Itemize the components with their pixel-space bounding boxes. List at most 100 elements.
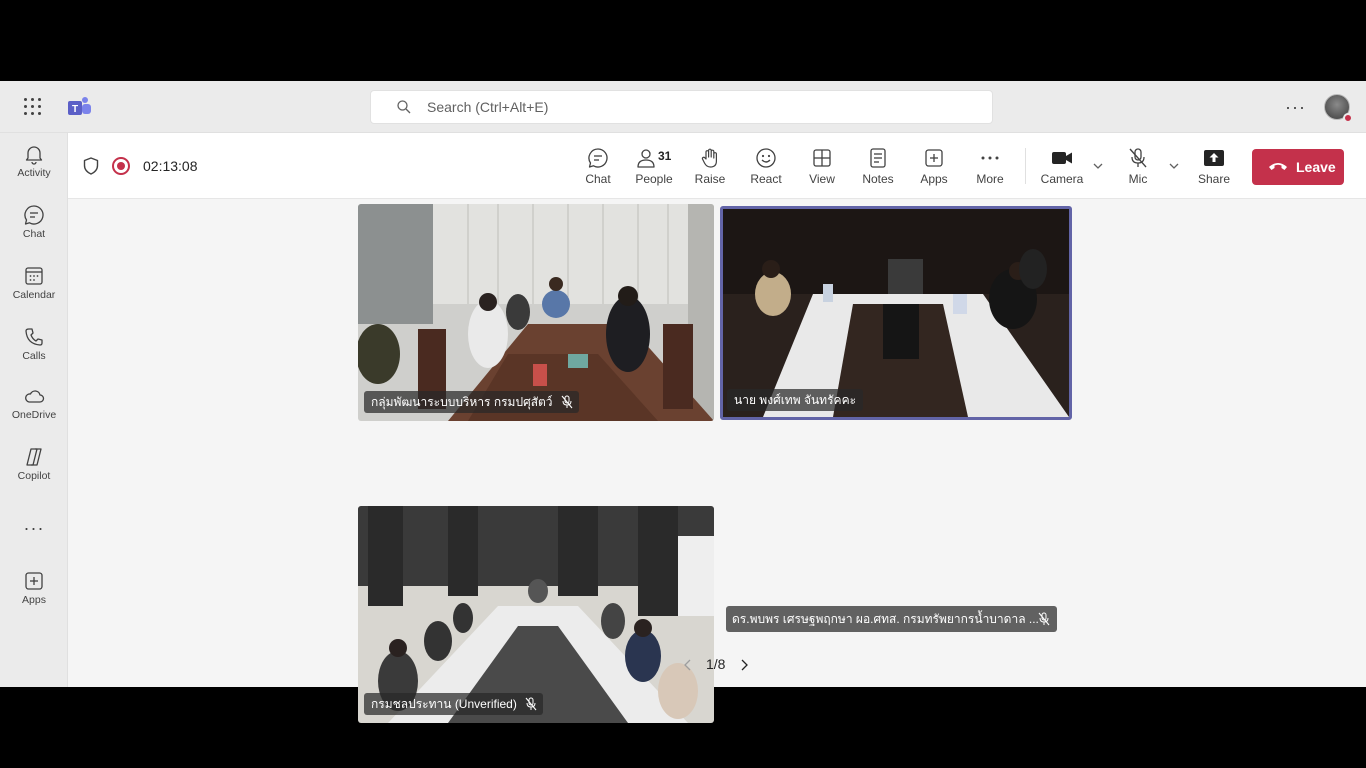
video-feed-image [723, 209, 1069, 417]
rail-item-copilot[interactable]: Copilot [0, 440, 68, 492]
hang-up-icon [1269, 163, 1287, 170]
add-app-icon [25, 572, 43, 590]
ellipsis-icon [981, 156, 999, 160]
rail-label: Apps [22, 594, 46, 606]
camera-icon [1052, 152, 1072, 164]
chat-button[interactable]: Chat [570, 145, 626, 189]
participant-name-tag[interactable]: ดร.พบพร เศรษฐพฤกษา ผอ.ศทส. กรมทรัพยากรน้… [726, 606, 1057, 632]
leave-button[interactable]: Leave [1252, 149, 1344, 185]
rail-label: Calls [22, 350, 46, 362]
participant-name-tag: กรมชลประทาน (Unverified) [364, 693, 543, 715]
apps-label: Apps [920, 172, 948, 186]
hand-icon [701, 148, 717, 168]
phone-icon [25, 328, 43, 346]
rail-item-onedrive[interactable]: OneDrive [0, 379, 68, 431]
svg-text:T: T [72, 104, 78, 115]
title-bar: T ··· [0, 81, 1366, 133]
mic-off-icon [1129, 148, 1147, 168]
rail-label: Activity [17, 167, 51, 179]
notes-button[interactable]: Notes [850, 145, 906, 189]
bell-icon [25, 146, 43, 165]
mic-button[interactable]: Mic [1110, 145, 1166, 189]
cloud-icon [25, 390, 45, 403]
share-label: Share [1197, 172, 1231, 186]
page-indicator: 1/8 [706, 656, 726, 672]
search-input[interactable] [427, 91, 967, 123]
mic-off-icon [561, 395, 572, 409]
leave-label: Leave [1296, 159, 1336, 175]
video-feed-image [358, 204, 714, 421]
rail-label: Copilot [17, 470, 51, 482]
participant-name: นาย พงศ์เทพ จันทรัคคะ [734, 393, 857, 407]
teams-window: T ··· Activity [0, 81, 1366, 723]
chat-icon [588, 148, 608, 168]
recording-icon[interactable] [112, 157, 130, 175]
share-button[interactable]: Share [1186, 145, 1242, 189]
more-options-icon[interactable]: ··· [1285, 97, 1306, 118]
rail-label: Calendar [12, 289, 56, 301]
more-apps-icon[interactable]: ··· [0, 518, 68, 539]
presence-busy-icon [1343, 113, 1353, 123]
rail-item-apps[interactable]: Apps [0, 564, 68, 616]
video-tile[interactable]: กลุ่มพัฒนาระบบบริหาร กรมปศุสัตว์ [358, 204, 714, 421]
chevron-right-icon[interactable] [738, 658, 750, 672]
search-icon [397, 100, 411, 114]
participant-name-tag: นาย พงศ์เทพ จันทรัคคะ [727, 389, 864, 411]
people-count-badge: 31 [658, 149, 672, 163]
rail-label: Chat [22, 228, 46, 240]
participant-name: ดร.พบพร เศรษฐพฤกษา ผอ.ศทส. กรมทรัพยากรน้… [732, 612, 1039, 626]
share-screen-icon [1204, 150, 1224, 166]
view-label: View [809, 172, 835, 186]
mic-options-chevron-icon[interactable] [1167, 159, 1181, 173]
apps-button[interactable]: Apps [906, 145, 962, 189]
people-label: People [635, 172, 673, 186]
react-button[interactable]: React [738, 145, 794, 189]
notes-label: Notes [862, 172, 894, 186]
search-box[interactable] [370, 90, 993, 124]
copilot-icon [26, 448, 42, 466]
app-rail: Activity Chat Calendar Calls OneDrive Co… [0, 133, 68, 687]
rail-label: OneDrive [11, 409, 57, 421]
mic-off-icon [525, 697, 537, 711]
rail-item-calendar[interactable]: Calendar [0, 259, 68, 311]
participant-name: กรมชลประทาน (Unverified) [371, 697, 517, 711]
video-stage: กลุ่มพัฒนาระบบบริหาร กรมปศุสัตว์ นาย พงศ… [68, 199, 1366, 723]
chevron-left-icon[interactable] [682, 658, 694, 672]
meeting-controls-bar: 02:13:08 Chat 31 People Raise React View… [68, 133, 1366, 199]
toolbar-divider [1025, 148, 1026, 184]
rail-item-chat[interactable]: Chat [0, 198, 68, 250]
chat-label: Chat [585, 172, 611, 186]
people-button[interactable]: 31 People [626, 145, 682, 189]
participant-name-tag: กลุ่มพัฒนาระบบบริหาร กรมปศุสัตว์ [364, 391, 579, 413]
teams-logo-icon: T [68, 97, 91, 115]
view-button[interactable]: View [794, 145, 850, 189]
mic-off-icon [1038, 612, 1050, 626]
grid-view-icon [813, 149, 831, 167]
calendar-icon [25, 267, 43, 285]
mic-label: Mic [1128, 172, 1148, 186]
camera-options-chevron-icon[interactable] [1091, 159, 1105, 173]
rail-item-activity[interactable]: Activity [0, 137, 68, 189]
react-label: React [750, 172, 782, 186]
video-tile-active-speaker[interactable]: นาย พงศ์เทพ จันทรัคคะ [720, 206, 1072, 420]
camera-label: Camera [1040, 172, 1084, 186]
meeting-timer: 02:13:08 [143, 158, 198, 174]
gallery-pager: 1/8 [682, 654, 762, 678]
shield-icon [83, 157, 99, 175]
more-button[interactable]: More [962, 145, 1018, 189]
video-feed-image [358, 506, 714, 723]
more-label: More [976, 172, 1004, 186]
camera-button[interactable]: Camera [1034, 145, 1090, 189]
notes-icon [870, 148, 886, 168]
raise-hand-button[interactable]: Raise [682, 145, 738, 189]
participant-name: กลุ่มพัฒนาระบบบริหาร กรมปศุสัตว์ [371, 395, 553, 409]
chat-icon [24, 205, 44, 225]
smiley-icon [756, 148, 776, 168]
app-launcher-icon[interactable] [24, 98, 42, 116]
person-icon [637, 149, 655, 168]
rail-item-calls[interactable]: Calls [0, 320, 68, 372]
video-tile[interactable]: กรมชลประทาน (Unverified) [358, 506, 714, 723]
user-avatar[interactable] [1324, 94, 1353, 123]
raise-label: Raise [694, 172, 726, 186]
add-app-icon [925, 149, 943, 167]
